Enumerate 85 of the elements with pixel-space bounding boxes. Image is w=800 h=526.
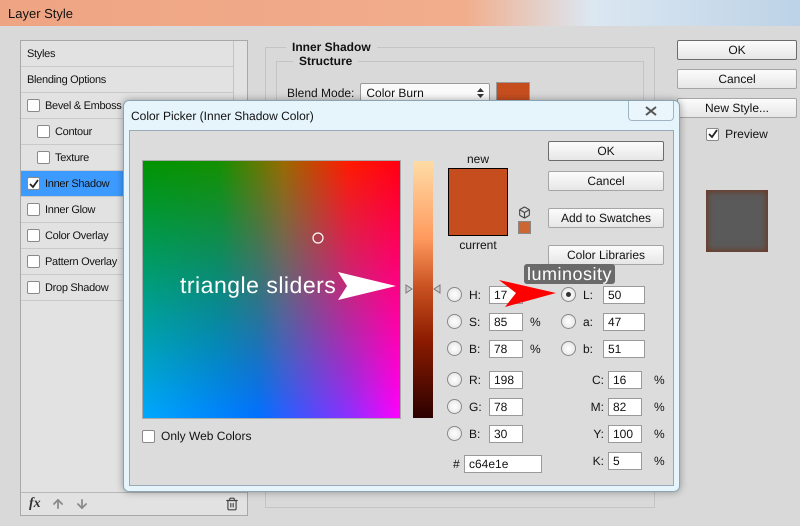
- preview-label: Preview: [725, 127, 768, 141]
- radio-button[interactable]: [447, 426, 462, 441]
- dialog-title: Color Picker (Inner Shadow Color): [131, 108, 314, 122]
- close-icon: [644, 106, 658, 116]
- dialog-button[interactable]: Cancel: [548, 171, 664, 191]
- value-field[interactable]: 30: [489, 424, 523, 442]
- field-label: M:: [590, 400, 604, 414]
- style-list-item[interactable]: Blending Options: [21, 67, 233, 93]
- style-list-item[interactable]: Styles: [21, 41, 233, 67]
- unit-label: %: [654, 426, 665, 440]
- trash-icon[interactable]: [225, 497, 239, 511]
- current-label: current: [459, 238, 497, 252]
- unit-label: %: [530, 314, 541, 328]
- dialog-button[interactable]: OK: [677, 40, 797, 60]
- checkbox[interactable]: [27, 229, 40, 242]
- radio-button[interactable]: [447, 314, 462, 329]
- blend-mode-label: Blend Mode:: [287, 86, 354, 100]
- unit-label: %: [654, 400, 665, 414]
- field-label: H:: [469, 288, 482, 302]
- field-label: C:: [591, 372, 604, 386]
- checkbox[interactable]: [27, 99, 40, 112]
- arrow-down-icon[interactable]: [74, 497, 89, 511]
- value-field[interactable]: 78: [489, 340, 523, 358]
- web-safe-swatch[interactable]: [518, 221, 530, 234]
- field-label: S:: [469, 314, 482, 328]
- field-label: Y:: [592, 426, 604, 440]
- value-field[interactable]: 47: [603, 312, 645, 330]
- checkbox[interactable]: [27, 177, 40, 190]
- unit-label: %: [654, 372, 665, 386]
- dialog-button[interactable]: Cancel: [677, 69, 797, 89]
- radio-button[interactable]: [447, 372, 462, 387]
- field-label: B:: [469, 342, 482, 356]
- stepper-icon: [477, 88, 484, 98]
- field-label: K:: [592, 454, 604, 468]
- dialog-button[interactable]: Add to Swatches: [548, 208, 664, 228]
- section-title: Inner Shadow: [291, 40, 372, 54]
- arrow-up-icon[interactable]: [50, 497, 65, 511]
- field-label: a:: [583, 314, 594, 328]
- group-title: Structure: [298, 54, 354, 68]
- slider-handle-icon[interactable]: [405, 284, 441, 294]
- radio-button[interactable]: [561, 314, 576, 329]
- field-label: #: [453, 456, 461, 470]
- dialog-button[interactable]: OK: [548, 141, 664, 161]
- radio-button[interactable]: [447, 399, 462, 414]
- field-label: b:: [583, 342, 594, 356]
- checkbox[interactable]: [27, 281, 40, 294]
- checkbox[interactable]: [37, 151, 50, 164]
- radio-button[interactable]: [561, 287, 576, 302]
- value-field[interactable]: 198: [489, 370, 523, 388]
- annotation-text: luminosity: [524, 264, 616, 284]
- value-field[interactable]: 85: [489, 312, 523, 330]
- unit-label: %: [530, 342, 541, 356]
- hex-field[interactable]: c64e1e: [464, 454, 542, 472]
- value-field[interactable]: 78: [489, 398, 523, 416]
- value-field[interactable]: 100: [608, 424, 642, 442]
- radio-button[interactable]: [561, 341, 576, 356]
- value-field[interactable]: 5: [608, 452, 642, 470]
- field-label: L:: [583, 288, 594, 302]
- field-label: R:: [469, 372, 482, 386]
- unit-label: %: [654, 454, 665, 468]
- checkbox[interactable]: [142, 430, 155, 442]
- checkbox[interactable]: [37, 125, 50, 138]
- value-field[interactable]: 16: [608, 370, 642, 388]
- close-button[interactable]: [628, 101, 674, 121]
- value-field[interactable]: 51: [603, 340, 645, 358]
- arrow-icon: [338, 272, 398, 300]
- fx-button[interactable]: fx: [29, 496, 41, 512]
- checkbox[interactable]: [706, 128, 720, 140]
- cube-icon[interactable]: [518, 206, 530, 219]
- annotation-text: triangle sliders: [180, 272, 336, 299]
- radio-button[interactable]: [447, 287, 462, 302]
- field-label: B:: [469, 426, 482, 440]
- value-field[interactable]: 82: [608, 398, 642, 416]
- radio-button[interactable]: [447, 341, 462, 356]
- only-web-colors-label: Only Web Colors: [161, 429, 252, 443]
- field-label: G:: [469, 400, 483, 414]
- window-title: Layer Style: [8, 6, 74, 20]
- value-field[interactable]: 50: [603, 286, 645, 304]
- checkbox[interactable]: [27, 255, 40, 268]
- dialog-button[interactable]: Color Libraries: [548, 245, 664, 265]
- color-field[interactable]: [142, 160, 401, 419]
- dialog-button[interactable]: New Style...: [677, 98, 797, 118]
- checkbox[interactable]: [27, 203, 40, 216]
- new-label: new: [466, 152, 489, 166]
- style-preview: [706, 190, 768, 252]
